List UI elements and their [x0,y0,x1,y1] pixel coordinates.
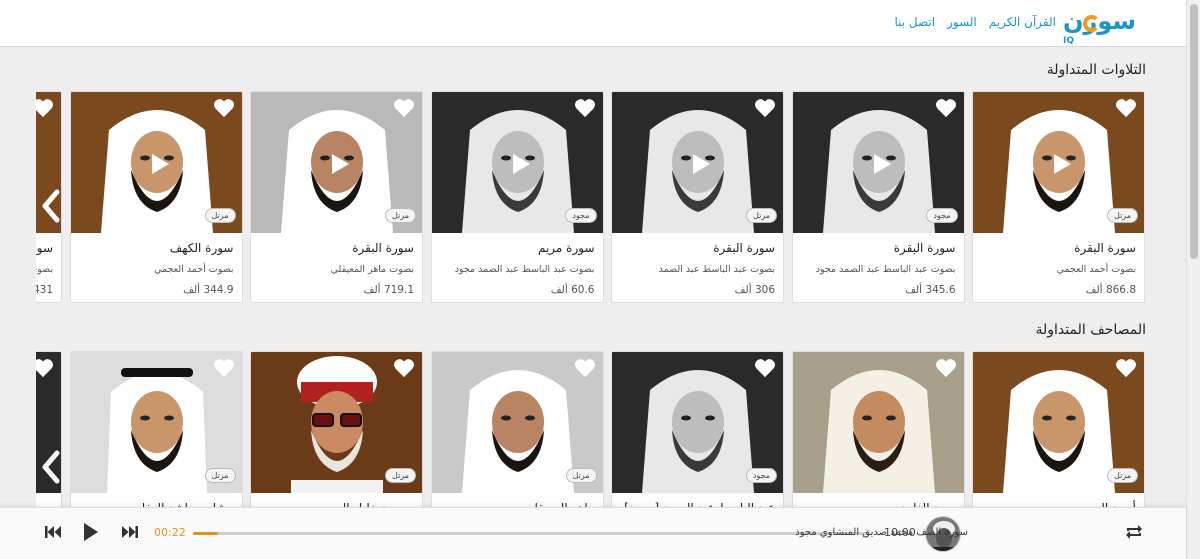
heart-icon[interactable] [574,358,596,378]
now-playing-title: سورة الصف محمد صديق المنشاوي مجود [795,527,968,538]
page-scrollbar[interactable] [1186,0,1200,559]
card-play-count: 345.6 ألف [905,284,956,296]
card-reciter: بصوت أحمد العجمي [154,264,234,275]
heart-icon[interactable] [1115,358,1137,378]
heart-icon[interactable] [213,98,235,118]
heart-icon[interactable] [935,358,957,378]
recitation-style-badge: مرتل [204,208,236,223]
card-title[interactable]: سورة مريم [538,241,595,255]
card-play-count: 719.1 ألف [363,284,414,296]
card-title[interactable]: سورة البقرة [713,241,775,255]
skip-back-icon[interactable] [44,524,62,540]
heart-icon[interactable] [393,98,415,118]
heart-icon[interactable] [935,98,957,118]
card-play-count: 866.8 ألف [1085,284,1136,296]
card-title[interactable]: سورة البقرة [352,241,414,255]
section-title-trending-recitations: التلاوات المتداولة [1046,62,1146,78]
elapsed-time: 00:22 [154,526,186,539]
card-play-count: 431 [36,284,53,296]
section-title-trending-mushafs: المصاحف المتداولة [1035,322,1147,338]
card-play-count: 306 ألف [734,284,775,296]
trending-recitations-row: مرتل سورة البقرة بصوت أحمد العجمي 866.8 ألف… [36,91,1146,306]
recitation-card[interactable]: مجود سورة مريم بصوت عبد الباسط عبد الصمد م… [430,91,604,303]
nav-contact[interactable]: اتصل بنا [894,14,935,30]
recitation-card[interactable]: مرتل سورة البقرة بصوت عبد الباسط عبد الصمد… [611,91,784,303]
heart-icon[interactable] [574,98,596,118]
recitation-card[interactable]: مرتل سورة البقرة بصوت ماهر المعيقلي 719.1 أ… [250,91,423,303]
card-reciter: بصوت [36,264,53,275]
card-title[interactable]: سورة البقرة [894,241,956,255]
card-reciter: بصوت أحمد العجمي [1056,264,1136,275]
recitation-style-badge: مرتل [565,468,597,483]
heart-icon[interactable] [754,98,776,118]
heart-icon[interactable] [393,358,415,378]
card-reciter: بصوت ماهر المعيقلي [330,264,414,275]
audio-player: 00:22 10:00 سورة الصف محمد صديق المنشاوي… [0,507,1186,559]
card-play-count: 344.9 ألف [183,284,234,296]
recitation-style-badge: مرتل [1107,468,1138,483]
recitation-style-badge: مرتل [204,468,236,483]
skip-forward-icon[interactable] [121,524,139,540]
site-logo[interactable]: سورن IQ [1063,6,1136,46]
play-icon[interactable] [690,152,712,176]
play-icon[interactable] [149,152,171,176]
play-icon[interactable] [329,152,351,176]
heart-icon[interactable] [754,358,776,378]
recitation-style-badge: مرتل [385,468,416,483]
card-reciter: بصوت عبد الباسط عبد الصمد مجود [815,264,956,275]
progress-bar[interactable] [193,532,869,535]
card-reciter: بصوت عبد الباسط عبد الصمد مجود [454,264,595,275]
scrollbar-thumb[interactable] [1190,4,1198,259]
heart-icon[interactable] [36,98,54,118]
card-title[interactable]: سورة الكهف [170,241,234,255]
card-play-count: 60.6 ألف [550,284,595,296]
recitation-card[interactable]: مرتل سورة الكهف بصوت أحمد العجمي 344.9 ألف [69,91,243,303]
repeat-icon[interactable] [1124,523,1144,541]
recitation-style-badge: مرتل [1107,208,1138,223]
recitation-style-badge: مجود [565,208,597,223]
progress-fill [193,532,218,535]
nav-surahs[interactable]: السور [947,14,977,30]
recitation-card[interactable]: مجود سورة البقرة بصوت عبد الباسط عبد الصمد… [791,91,965,303]
card-title[interactable]: سورة البقرة [1074,241,1136,255]
recitation-style-badge: مجود [926,208,958,223]
heart-icon[interactable] [1115,98,1137,118]
nav-quran[interactable]: القرآن الكريم [989,14,1056,30]
recitation-style-badge: مجود [745,468,777,483]
card-title[interactable]: سورة [36,241,53,255]
play-icon[interactable] [871,152,893,176]
play-icon[interactable] [1051,152,1073,176]
heart-icon[interactable] [213,358,235,378]
recitation-style-badge: مرتل [746,208,777,223]
play-icon[interactable] [82,521,100,543]
heart-icon[interactable] [36,358,54,378]
card-reciter: بصوت عبد الباسط عبد الصمد [658,264,775,275]
carousel-prev-icon-2[interactable] [37,447,65,487]
recitation-card[interactable]: مرتل سورة البقرة بصوت أحمد العجمي 866.8 ألف [972,91,1145,303]
recitation-style-badge: مرتل [385,208,416,223]
logo-ring [1083,15,1100,32]
carousel-prev-icon[interactable] [37,186,65,226]
play-icon[interactable] [510,152,532,176]
top-header: سورن IQ القرآن الكريم السور اتصل بنا [0,0,1186,47]
main-nav: القرآن الكريم السور اتصل بنا [894,14,1056,30]
logo-badge: IQ [1063,36,1074,46]
